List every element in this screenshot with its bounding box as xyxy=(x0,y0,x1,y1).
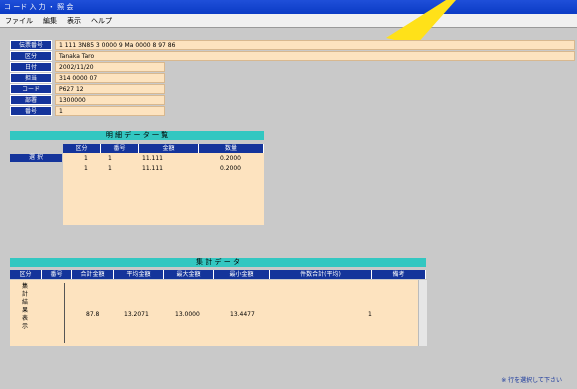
lower-table-divider xyxy=(64,283,65,343)
menu-item-file[interactable]: ファイル xyxy=(5,16,33,26)
lower-col-1: 番号 xyxy=(42,270,72,279)
lower-table-title: 集 計 デ ー タ xyxy=(10,258,426,267)
lower-cell[interactable]: 13.2071 xyxy=(124,310,149,319)
field-value-0[interactable]: 1 111 3N85 3 0000 9 Ma 0000 8 97 86 xyxy=(55,40,575,50)
field-value-1[interactable]: Tanaka Taro xyxy=(55,51,575,61)
field-label-1: 区分 xyxy=(10,51,52,61)
lower-col-4: 最大金額 xyxy=(164,270,214,279)
upper-col-0: 区分 xyxy=(63,144,101,153)
field-value-5[interactable]: 1300000 xyxy=(55,95,165,105)
upper-cell[interactable]: 1 xyxy=(84,154,88,163)
field-value-2[interactable]: 2002/11/20 xyxy=(55,62,165,72)
lower-col-3: 平均金額 xyxy=(114,270,164,279)
upper-table-title: 明 細 デ ー タ 一 覧 xyxy=(10,131,264,140)
upper-cell[interactable]: 11.111 xyxy=(142,154,163,163)
pointer-arrow-icon xyxy=(386,0,456,45)
lower-col-0: 区分 xyxy=(10,270,42,279)
lower-table-scrollbar[interactable] xyxy=(418,280,427,346)
upper-col-1: 番号 xyxy=(101,144,139,153)
lower-vertical-label: 集計結果表示 xyxy=(22,283,29,330)
upper-col-2: 金額 xyxy=(139,144,199,153)
lower-cell[interactable]: 1 xyxy=(368,310,372,319)
field-value-4[interactable]: P627 12 xyxy=(55,84,165,94)
upper-cell[interactable]: 11.111 xyxy=(142,164,163,173)
row-select-tag[interactable]: 選 択 xyxy=(10,154,62,162)
field-value-3[interactable]: 314 0000 07 xyxy=(55,73,165,83)
field-value-6[interactable]: 1 xyxy=(55,106,165,116)
lower-table-body xyxy=(10,280,418,346)
menu-bar: ファイル 編集 表示 ヘルプ xyxy=(0,14,577,28)
field-label-4: コード xyxy=(10,84,52,94)
lower-cell[interactable]: 13.0000 xyxy=(175,310,200,319)
upper-cell[interactable]: 1 xyxy=(108,164,112,173)
lower-cell[interactable]: 13.4477 xyxy=(230,310,255,319)
lower-col-5: 最小金額 xyxy=(214,270,270,279)
upper-cell[interactable]: 1 xyxy=(108,154,112,163)
field-label-5: 部署 xyxy=(10,95,52,105)
upper-cell[interactable]: 0.2000 xyxy=(220,164,241,173)
menu-item-view[interactable]: 表示 xyxy=(67,16,81,26)
window-title-bar: コ ード 入 力 ・ 照 会 xyxy=(0,0,577,14)
menu-item-help[interactable]: ヘルプ xyxy=(91,16,112,26)
lower-col-2: 合計金額 xyxy=(72,270,114,279)
lower-col-7: 備考 xyxy=(372,270,426,279)
lower-col-6: 件数合計(平均) xyxy=(270,270,372,279)
field-label-0: 伝票番号 xyxy=(10,40,52,50)
footer-note: ※ 行を選択して下さい xyxy=(501,377,562,384)
lower-cell[interactable]: 87.8 xyxy=(86,310,99,319)
field-label-6: 番号 xyxy=(10,106,52,116)
upper-cell[interactable]: 1 xyxy=(84,164,88,173)
upper-cell[interactable]: 0.2000 xyxy=(220,154,241,163)
field-label-3: 担当 xyxy=(10,73,52,83)
menu-item-edit[interactable]: 編集 xyxy=(43,16,57,26)
field-label-2: 日付 xyxy=(10,62,52,72)
upper-col-3: 数量 xyxy=(199,144,264,153)
